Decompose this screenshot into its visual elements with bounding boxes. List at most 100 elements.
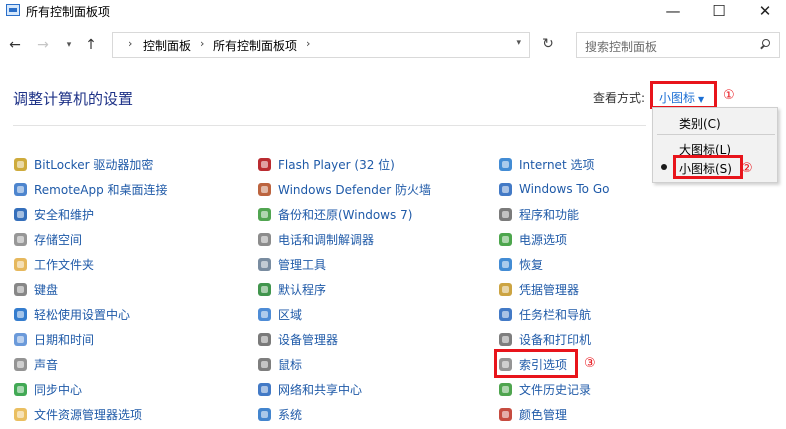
header-divider (13, 125, 646, 126)
control-panel-item[interactable]: 备份和还原(Windows 7) (257, 205, 412, 223)
search-placeholder: 搜索控制面板 (585, 40, 658, 54)
control-panel-item[interactable]: 同步中心 (13, 380, 82, 398)
control-panel-item[interactable]: 系统 (257, 405, 302, 423)
sync-icon (13, 382, 28, 397)
control-panel-item-label: 设备和打印机 (519, 332, 592, 347)
menu-item-category[interactable]: 类别(C) (653, 111, 777, 133)
forward-arrow-icon[interactable]: → (34, 35, 52, 55)
control-panel-item[interactable]: 工作文件夹 (13, 255, 94, 273)
control-panel-item[interactable]: RemoteApp 和桌面连接 (13, 180, 168, 198)
control-panel-item[interactable]: 电源选项 (498, 230, 567, 248)
control-panel-item-label: 颜色管理 (519, 407, 568, 422)
control-panel-item[interactable]: 鼠标 (257, 355, 302, 373)
storage-icon (13, 232, 28, 247)
control-panel-item-label: 系统 (278, 407, 303, 422)
control-panel-item-label: 设备管理器 (278, 332, 339, 347)
maximize-button[interactable]: ☐ (696, 0, 742, 24)
control-panel-item-label: 键盘 (34, 282, 59, 297)
address-bar[interactable]: › 控制面板 › 所有控制面板项 › ▾ (112, 32, 530, 58)
control-panel-item-label: Windows Defender 防火墙 (278, 182, 431, 197)
flag-icon (13, 207, 28, 222)
control-panel-item[interactable]: 日期和时间 (13, 330, 94, 348)
menu-item-small-icons[interactable]: 小图标(S) (653, 155, 777, 179)
region-globe-icon (257, 307, 272, 322)
title-bar: 所有控制面板项 — ☐ ✕ (0, 0, 786, 24)
recent-locations-chevron-icon[interactable]: ▾ (62, 35, 76, 55)
control-panel-item[interactable]: 恢复 (498, 255, 543, 273)
control-panel-item[interactable]: 声音 (13, 355, 58, 373)
control-panel-item[interactable]: Internet 选项 (498, 155, 594, 173)
control-panel-item[interactable]: Windows Defender 防火墙 (257, 180, 431, 198)
system-icon (257, 407, 272, 422)
control-panel-item[interactable]: 任务栏和导航 (498, 305, 591, 323)
control-panel-item[interactable]: 电话和调制解调器 (257, 230, 374, 248)
control-panel-item[interactable]: BitLocker 驱动器加密 (13, 155, 153, 173)
control-panel-item[interactable]: 文件资源管理器选项 (13, 405, 142, 423)
control-panel-item[interactable]: 文件历史记录 (498, 380, 591, 398)
search-icon[interactable] (759, 39, 770, 50)
control-panel-item-label: 轻松使用设置中心 (34, 307, 131, 322)
control-panel-item[interactable]: 设备和打印机 (498, 330, 591, 348)
control-panel-item[interactable]: 轻松使用设置中心 (13, 305, 130, 323)
page-title: 调整计算机的设置 (13, 90, 134, 108)
control-panel-item[interactable]: Windows To Go (498, 180, 609, 198)
menu-separator (657, 134, 775, 135)
breadcrumb-separator-icon[interactable]: › (306, 37, 310, 50)
printer-icon (498, 332, 513, 347)
internet-options-icon (498, 157, 513, 172)
file-history-icon (498, 382, 513, 397)
breadcrumb-separator-icon[interactable]: › (128, 37, 132, 50)
control-panel-item-label: 声音 (34, 357, 59, 372)
control-panel-item-label: 管理工具 (278, 257, 327, 272)
back-arrow-icon[interactable]: ← (6, 35, 24, 55)
control-panel-item-label: 工作文件夹 (34, 257, 95, 272)
backup-icon (257, 207, 272, 222)
control-panel-item[interactable]: 安全和维护 (13, 205, 94, 223)
minimize-button[interactable]: — (650, 0, 696, 24)
refresh-icon[interactable]: ↻ (538, 36, 558, 56)
firewall-icon (257, 182, 272, 197)
view-by-label: 查看方式: (593, 91, 646, 105)
annotation-1: ① (723, 88, 735, 103)
control-panel-item[interactable]: Flash Player (32 位) (257, 155, 395, 173)
admin-tools-icon (257, 257, 272, 272)
control-panel-item[interactable]: 颜色管理 (498, 405, 567, 423)
address-dropdown-chevron-icon[interactable]: ▾ (516, 38, 521, 48)
keyboard-icon (13, 282, 28, 297)
breadcrumb-control-panel[interactable]: 控制面板 (143, 37, 191, 54)
control-panel-item-label: 电话和调制解调器 (278, 232, 375, 247)
programs-icon (498, 207, 513, 222)
view-by-dropdown[interactable]: 小图标 ▼ (650, 81, 717, 109)
remoteapp-icon (13, 182, 28, 197)
window-title: 所有控制面板项 (26, 5, 111, 19)
control-panel-item-label: 存储空间 (34, 232, 83, 247)
selected-radio-dot-icon (661, 164, 667, 170)
control-panel-app-icon (6, 4, 20, 16)
control-panel-item-label: 网络和共享中心 (278, 382, 363, 397)
control-panel-item[interactable]: 默认程序 (257, 280, 326, 298)
breadcrumb-all-items[interactable]: 所有控制面板项 (213, 37, 297, 54)
phone-modem-icon (257, 232, 272, 247)
control-panel-item[interactable]: 区域 (257, 305, 302, 323)
mouse-icon (257, 357, 272, 372)
control-panel-item-label: 任务栏和导航 (519, 307, 592, 322)
control-panel-item[interactable]: 键盘 (13, 280, 58, 298)
power-icon (498, 232, 513, 247)
bitlocker-key-icon (13, 157, 28, 172)
breadcrumb-separator-icon[interactable]: › (200, 37, 204, 50)
close-button[interactable]: ✕ (742, 0, 786, 24)
search-input[interactable]: 搜索控制面板 (576, 32, 780, 58)
windows-to-go-icon (498, 182, 513, 197)
control-panel-item[interactable]: 管理工具 (257, 255, 326, 273)
control-panel-item-label: BitLocker 驱动器加密 (34, 157, 154, 172)
control-panel-item[interactable]: 设备管理器 (257, 330, 338, 348)
control-panel-item-label: 区域 (278, 307, 303, 322)
control-panel-item[interactable]: 网络和共享中心 (257, 380, 362, 398)
up-arrow-icon[interactable]: ↑ (82, 35, 100, 55)
control-panel-item[interactable]: 程序和功能 (498, 205, 579, 223)
control-panel-item[interactable]: 凭据管理器 (498, 280, 579, 298)
folder-options-icon (13, 407, 28, 422)
control-panel-item-label: RemoteApp 和桌面连接 (34, 182, 168, 197)
control-panel-item[interactable]: 存储空间 (13, 230, 82, 248)
work-folder-icon (13, 257, 28, 272)
